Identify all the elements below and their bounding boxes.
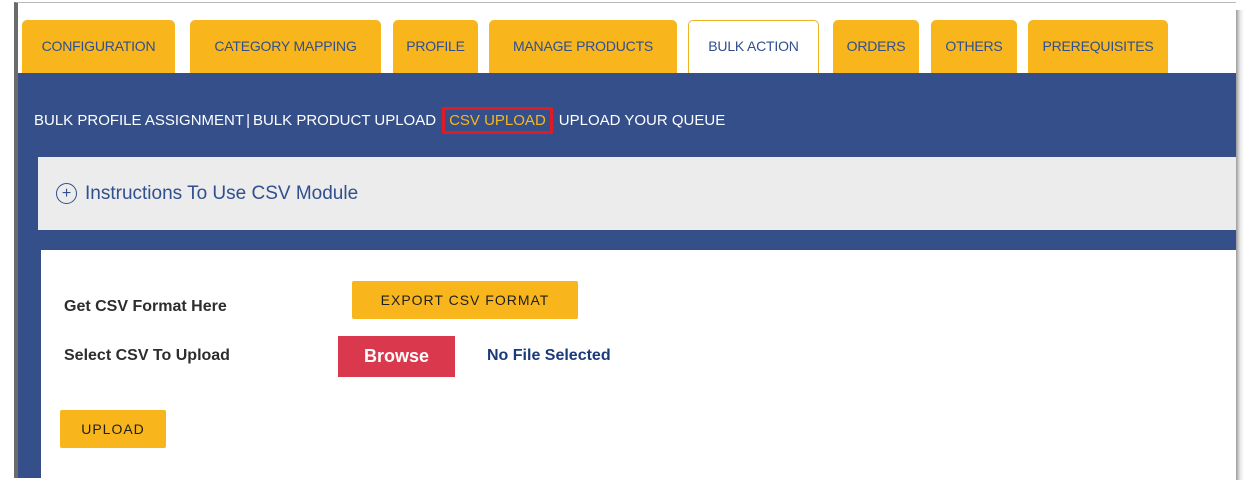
get-csv-format-label: Get CSV Format Here	[64, 298, 227, 315]
subnav-band: BULK PROFILE ASSIGNMENT | BULK PRODUCT U…	[18, 73, 1236, 161]
file-status-text: No File Selected	[487, 347, 611, 364]
tab-profile[interactable]: PROFILE	[393, 20, 478, 73]
tab-bulk-action[interactable]: BULK ACTION	[688, 20, 819, 73]
instructions-toggle[interactable]: + Instructions To Use CSV Module	[38, 157, 1236, 230]
frame-shadow	[1236, 10, 1244, 480]
browse-button[interactable]: Browse	[338, 336, 455, 377]
subnav: BULK PROFILE ASSIGNMENT | BULK PRODUCT U…	[34, 107, 725, 134]
tab-orders[interactable]: ORDERS	[833, 20, 919, 73]
subnav-csv-upload[interactable]: CSV UPLOAD	[442, 107, 553, 134]
left-border-bar	[18, 157, 38, 478]
tab-prerequisites[interactable]: PREREQUISITES	[1028, 20, 1168, 73]
upload-button[interactable]: UPLOAD	[60, 410, 166, 448]
section-divider	[38, 230, 1236, 250]
tab-configuration[interactable]: CONFIGURATION	[22, 20, 175, 73]
tab-manage-products[interactable]: MANAGE PRODUCTS	[489, 20, 677, 73]
csv-upload-form: Get CSV Format Here EXPORT CSV FORMAT Se…	[41, 250, 1236, 478]
tab-bar: CONFIGURATION CATEGORY MAPPING PROFILE M…	[18, 3, 1236, 73]
subnav-separator: |	[246, 112, 250, 129]
subnav-bulk-profile-assignment[interactable]: BULK PROFILE ASSIGNMENT	[34, 112, 244, 129]
plus-circle-icon: +	[56, 183, 77, 204]
tab-category-mapping[interactable]: CATEGORY MAPPING	[190, 20, 381, 73]
subnav-bulk-product-upload[interactable]: BULK PRODUCT UPLOAD	[253, 112, 436, 129]
subnav-upload-your-queue[interactable]: UPLOAD YOUR QUEUE	[559, 112, 725, 129]
instructions-title: Instructions To Use CSV Module	[85, 182, 359, 204]
app-frame: CONFIGURATION CATEGORY MAPPING PROFILE M…	[14, 2, 1236, 478]
export-csv-format-button[interactable]: EXPORT CSV FORMAT	[352, 281, 578, 319]
tab-others[interactable]: OTHERS	[931, 20, 1017, 73]
select-csv-label: Select CSV To Upload	[64, 347, 230, 364]
